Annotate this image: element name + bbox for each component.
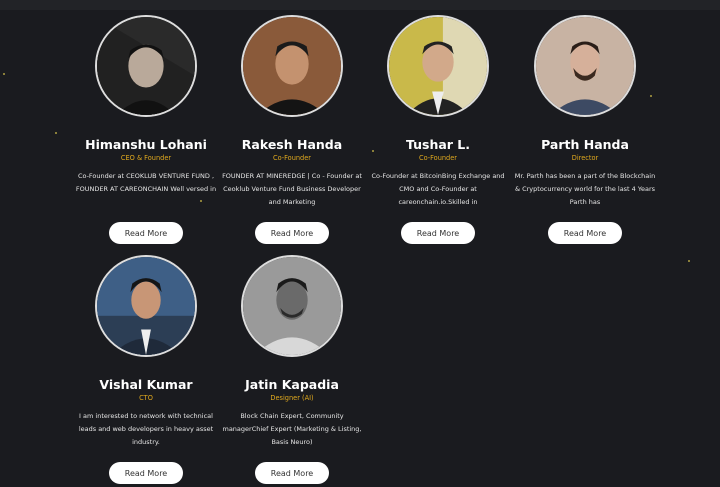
member-bio: I am interested to network with technica… — [78, 412, 214, 446]
read-more-button[interactable]: Read More — [548, 222, 622, 244]
read-more-button[interactable]: Read More — [401, 222, 475, 244]
member-name: Vishal Kumar — [99, 377, 193, 392]
member-name: Tushar L. — [405, 137, 471, 152]
member-role: Co-Founder — [418, 154, 458, 162]
member-bio: Mr. Parth has been a part of the Blockch… — [514, 172, 656, 206]
member-name: Himanshu Lohani — [85, 137, 207, 152]
member-name: Jatin Kapadia — [245, 377, 339, 392]
member-role: Designer (AI) — [270, 394, 314, 402]
member-bio: Co-Founder at BitcoinBing Exchange and C… — [371, 172, 505, 206]
member-name: Parth Handa — [541, 137, 629, 152]
member-role: CTO — [139, 394, 153, 402]
top-bar — [0, 0, 720, 10]
team-card: Parth Handa Director Mr. Parth has been … — [512, 15, 658, 244]
member-name: Rakesh Handa — [241, 137, 343, 152]
member-role: Co-Founder — [272, 154, 312, 162]
avatar — [95, 255, 197, 357]
member-role: CEO & Founder — [120, 154, 172, 162]
member-role: Director — [571, 154, 599, 162]
read-more-button[interactable]: Read More — [255, 462, 329, 484]
read-more-button[interactable]: Read More — [109, 462, 183, 484]
team-card: Jatin Kapadia Designer (AI) Block Chain … — [219, 255, 365, 484]
member-bio: Co-Founder at CEOKLUB VENTURE FUND , FOU… — [75, 172, 217, 193]
read-more-button[interactable]: Read More — [109, 222, 183, 244]
member-bio: Block Chain Expert, Community managerChi… — [222, 412, 362, 446]
team-card: Rakesh Handa Co-Founder FOUNDER AT MINER… — [219, 15, 365, 244]
avatar — [241, 15, 343, 117]
avatar — [534, 15, 636, 117]
team-card: Himanshu Lohani CEO & Founder Co-Founder… — [73, 15, 219, 244]
avatar — [95, 15, 197, 117]
team-card: Vishal Kumar CTO I am interested to netw… — [73, 255, 219, 484]
read-more-button[interactable]: Read More — [255, 222, 329, 244]
avatar — [387, 15, 489, 117]
team-card: Tushar L. Co-Founder Co-Founder at Bitco… — [365, 15, 511, 244]
member-bio: FOUNDER AT MINEREDGE | Co - Founder at C… — [222, 172, 362, 206]
avatar — [241, 255, 343, 357]
